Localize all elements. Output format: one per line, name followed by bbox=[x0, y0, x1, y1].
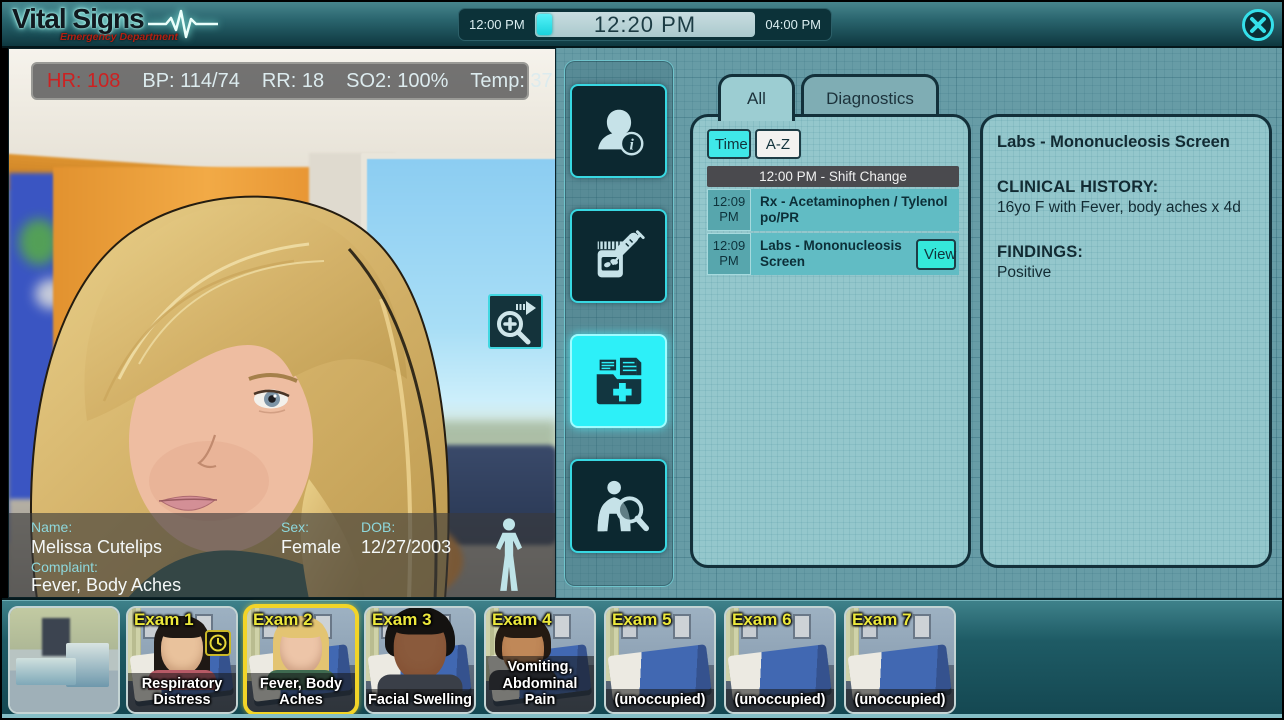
records-region: i bbox=[556, 48, 1282, 598]
exam-room-caption: Vomiting, Abdominal Pain bbox=[486, 656, 594, 712]
view-lab-button[interactable]: View bbox=[916, 239, 956, 270]
app-subtitle: Emergency Department bbox=[60, 31, 178, 43]
name-label: Name: bbox=[31, 519, 72, 535]
exam-room-caption: Facial Swelling bbox=[366, 689, 474, 712]
record-detail-panel: Labs - Mononucleosis Screen CLINICAL HIS… bbox=[980, 114, 1272, 568]
blood-pressure-value: BP: 114/74 bbox=[142, 70, 239, 93]
exam-room-caption: Fever, Body Aches bbox=[247, 673, 355, 712]
patient-info-bar: Name: Melissa Cutelips Sex: Female DOB: … bbox=[9, 513, 556, 597]
record-entry-rx[interactable]: 12:09 PM Rx - Acetaminophen / Tylenol po… bbox=[707, 189, 959, 231]
body-magnifier-icon bbox=[588, 475, 650, 537]
respiratory-rate-value: RR: 18 bbox=[262, 70, 324, 93]
exam-room-label: Exam 2 bbox=[253, 610, 313, 630]
exam-room-2-thumbnail[interactable]: Exam 2 Fever, Body Aches bbox=[243, 604, 359, 716]
time-slider[interactable]: 12:00 PM 12:20 PM 04:00 PM bbox=[458, 8, 832, 41]
complaint-label: Complaint: bbox=[31, 559, 98, 575]
exam-room-label: Exam 3 bbox=[372, 610, 432, 630]
physical-exam-button[interactable] bbox=[570, 459, 667, 553]
findings-text: Positive bbox=[997, 264, 1255, 282]
tab-diagnostics-label: Diagnostics bbox=[826, 89, 914, 109]
magnifier-arrow-icon bbox=[492, 298, 539, 345]
entry-text: Rx - Acetaminophen / Tylenol po/PR bbox=[751, 189, 959, 231]
temperature-value: Temp: 37.8 C bbox=[470, 70, 556, 93]
patient-dob: 12/27/2003 bbox=[361, 537, 451, 558]
sex-label: Sex: bbox=[281, 519, 309, 535]
exam-room-label: Exam 1 bbox=[134, 610, 194, 630]
patient-name: Melissa Cutelips bbox=[31, 537, 162, 558]
entry-time: 12:09 PM bbox=[707, 189, 751, 231]
vital-signs-window: Vital Signs Emergency Department 12:00 P… bbox=[0, 0, 1284, 720]
exam-room-caption: Respiratory Distress bbox=[128, 673, 236, 712]
dob-label: DOB: bbox=[361, 519, 395, 535]
sort-alphabetical-button[interactable]: A-Z bbox=[755, 129, 801, 159]
findings-label: FINDINGS: bbox=[997, 243, 1255, 262]
patient-info-button[interactable]: i bbox=[570, 84, 667, 178]
record-entry-labs[interactable]: 12:09 PM Labs - Mononucleosis Screen Vie… bbox=[707, 233, 959, 275]
svg-text:i: i bbox=[629, 136, 634, 153]
tab-all[interactable]: All bbox=[718, 74, 795, 121]
patient-camera-view: HR: 108 BP: 114/74 RR: 18 SO2: 100% Temp… bbox=[8, 48, 556, 598]
time-slider-track[interactable]: 12:20 PM bbox=[535, 12, 756, 37]
zoom-room-button[interactable] bbox=[488, 294, 543, 349]
medications-button[interactable] bbox=[570, 209, 667, 303]
vitals-bar: HR: 108 BP: 114/74 RR: 18 SO2: 100% Temp… bbox=[31, 62, 529, 100]
shift-end-time: 04:00 PM bbox=[765, 17, 821, 32]
exam-room-label: Exam 6 bbox=[732, 610, 792, 630]
close-button[interactable] bbox=[1240, 7, 1276, 43]
heart-rate-value: HR: 108 bbox=[47, 70, 120, 93]
exam-room-label: Exam 4 bbox=[492, 610, 552, 630]
exam-room-caption: (unoccupied) bbox=[726, 689, 834, 712]
medical-records-button[interactable] bbox=[570, 334, 667, 428]
waiting-area-scene bbox=[10, 608, 118, 712]
shift-change-header: 12:00 PM - Shift Change bbox=[707, 166, 959, 187]
exam-room-caption: (unoccupied) bbox=[606, 689, 714, 712]
sort-by-time-button[interactable]: Time bbox=[707, 129, 751, 159]
entry-time: 12:09 PM bbox=[707, 233, 751, 275]
current-time: 12:20 PM bbox=[594, 12, 696, 38]
medical-folder-icon bbox=[588, 350, 650, 412]
detail-title: Labs - Mononucleosis Screen bbox=[997, 133, 1255, 152]
exam-room-label: Exam 7 bbox=[852, 610, 912, 630]
exam-room-7-thumbnail[interactable]: Exam 7 (unoccupied) bbox=[844, 606, 956, 714]
top-bar: Vital Signs Emergency Department 12:00 P… bbox=[2, 2, 1282, 48]
clinical-history-label: CLINICAL HISTORY: bbox=[997, 178, 1255, 197]
action-toolbar: i bbox=[565, 61, 673, 586]
clinical-history-text: 16yo F with Fever, body aches x 4d bbox=[997, 199, 1255, 217]
shift-start-time: 12:00 PM bbox=[469, 17, 525, 32]
exam-room-bar: Exam 1 Respiratory Distress Exam 2 Fever… bbox=[2, 598, 1282, 716]
patient-sex: Female bbox=[281, 537, 341, 558]
exam-room-label: Exam 5 bbox=[612, 610, 672, 630]
person-info-icon: i bbox=[588, 100, 650, 162]
exam-room-caption: (unoccupied) bbox=[846, 689, 954, 712]
records-list-panel: Time A-Z 12:00 PM - Shift Change 12:09 P… bbox=[690, 114, 971, 568]
patient-complaint: Fever, Body Aches bbox=[31, 575, 181, 596]
waiting-area-thumbnail[interactable] bbox=[8, 606, 120, 714]
time-slider-handle[interactable] bbox=[537, 14, 552, 35]
close-icon bbox=[1240, 7, 1276, 43]
exam-room-3-thumbnail[interactable]: Exam 3 Facial Swelling bbox=[364, 606, 476, 714]
timer-icon bbox=[205, 630, 231, 656]
body-silhouette-icon bbox=[489, 517, 529, 595]
exam-room-4-thumbnail[interactable]: Exam 4 Vomiting, Abdominal Pain bbox=[484, 606, 596, 714]
entry-text: Labs - Mononucleosis Screen bbox=[751, 233, 916, 275]
bottom-edge-strip bbox=[2, 714, 1282, 718]
exam-room-5-thumbnail[interactable]: Exam 5 (unoccupied) bbox=[604, 606, 716, 714]
oxygen-saturation-value: SO2: 100% bbox=[346, 70, 448, 93]
exam-room-1-thumbnail[interactable]: Exam 1 Respiratory Distress bbox=[126, 606, 238, 714]
exam-room-6-thumbnail[interactable]: Exam 6 (unoccupied) bbox=[724, 606, 836, 714]
tab-all-label: All bbox=[747, 89, 766, 109]
pill-bottle-syringe-icon bbox=[588, 225, 650, 287]
